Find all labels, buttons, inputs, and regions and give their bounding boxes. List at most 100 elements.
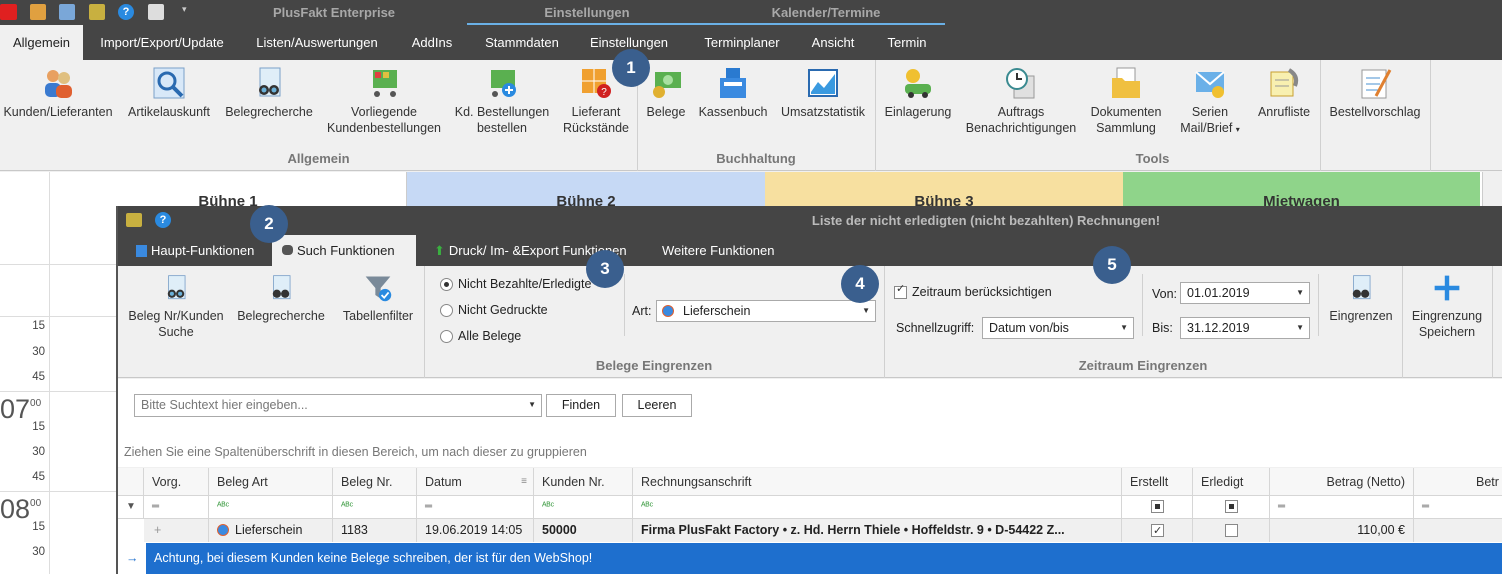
chevron-down-icon: ▼ — [1296, 323, 1304, 332]
filter-cell-betrag[interactable]: ═ — [1414, 496, 1502, 519]
resource-buehne-2[interactable]: Bühne 2 — [407, 172, 765, 206]
filter-icon — [365, 276, 392, 302]
app-logo-icon[interactable] — [0, 4, 17, 20]
contacts-icon[interactable] — [30, 4, 46, 20]
tab-import-export[interactable]: Import/Export/Update — [88, 25, 236, 60]
chevron-down-icon: ▼ — [528, 400, 536, 409]
filter-cell-betrag-netto[interactable]: ═ — [1270, 496, 1414, 519]
filter-cell-beleg-nr[interactable]: ᴬᴮᶜ — [333, 496, 417, 519]
filter-cell-datum[interactable]: ═ — [417, 496, 534, 519]
kassenbuch-button[interactable]: Kassenbuch — [696, 60, 770, 120]
kd-bestellungen-button[interactable]: Kd. Bestellungen bestellen — [452, 60, 552, 136]
column-header-rechnungsanschrift[interactable]: Rechnungsanschrift — [633, 468, 1122, 496]
car-sun-icon — [905, 69, 931, 98]
help-icon[interactable]: ? — [118, 4, 134, 20]
statistics-icon — [808, 69, 838, 97]
customer-warning-row[interactable]: Achtung, bei diesem Kunden keine Belege … — [146, 543, 1502, 574]
search-bar: Bitte Suchtext hier eingeben... ▼ Finden… — [118, 379, 1502, 431]
von-date-picker[interactable]: 01.01.2019 ▼ — [1180, 282, 1310, 304]
eingrenzung-speichern-button[interactable]: Eingrenzung Speichern — [1406, 266, 1488, 340]
column-header-beleg-art[interactable]: Beleg Art — [209, 468, 333, 496]
search-input[interactable]: Bitte Suchtext hier eingeben... ▼ — [134, 394, 542, 417]
calculator-icon[interactable] — [148, 4, 164, 20]
radio-alle-belege[interactable]: Alle Belege — [440, 329, 521, 343]
time-label: 15 — [32, 320, 45, 332]
finden-button[interactable]: Finden — [546, 394, 616, 417]
column-header-datum[interactable]: Datum ≡ — [417, 468, 534, 496]
button-label: Belege — [646, 105, 686, 119]
kundenbestellungen-button[interactable]: Vorliegende Kundenbestellungen — [322, 60, 446, 136]
art-select[interactable]: Lieferschein ▼ — [656, 300, 876, 322]
tab-listen[interactable]: Listen/Auswertungen — [246, 25, 388, 60]
schnellzugriff-select[interactable]: Datum von/bis ▼ — [982, 317, 1134, 339]
tab-addins[interactable]: AddIns — [400, 25, 464, 60]
column-header-erledigt[interactable]: Erledigt — [1193, 468, 1270, 496]
cart-add-icon — [491, 70, 516, 97]
tabellenfilter-button[interactable]: Tabellenfilter — [336, 266, 420, 324]
belegrecherche-button[interactable]: Belegrecherche — [234, 266, 328, 324]
column-header-betrag-netto[interactable]: Betrag (Netto) — [1270, 468, 1414, 496]
belegrecherche-button[interactable]: Belegrecherche — [222, 60, 316, 120]
artikelauskunft-button[interactable]: Artikelauskunft — [122, 60, 216, 120]
anrufliste-button[interactable]: Anrufliste — [1254, 60, 1314, 120]
dialog-ribbon: Beleg Nr/Kunden Suche Belegrecherche Tab… — [118, 266, 1502, 378]
table-cell-erledigt[interactable] — [1193, 519, 1270, 542]
tab-allgemein[interactable]: Allgemein — [0, 25, 83, 60]
resource-buehne-1[interactable]: Bühne 1 — [50, 172, 407, 206]
serien-mail-brief-button[interactable]: Serien Mail/Brief ▾ — [1172, 60, 1248, 138]
radio-nicht-bezahlte[interactable]: Nicht Bezahlte/Erledigte — [440, 277, 591, 291]
tab-termin[interactable]: Termin — [876, 25, 938, 60]
tab-terminplaner[interactable]: Terminplaner — [690, 25, 794, 60]
filter-cell-erstellt[interactable] — [1122, 496, 1193, 519]
filter-cell-erledigt[interactable] — [1193, 496, 1270, 519]
row-indicator-header — [118, 468, 144, 496]
button-label: Eingrenzung Speichern — [1411, 309, 1483, 339]
dropdown-icon[interactable]: ▾ — [182, 4, 192, 20]
einlagerung-button[interactable]: Einlagerung — [880, 60, 956, 120]
filter-cell-rechnungsanschrift[interactable]: ᴬᴮᶜ — [633, 496, 1122, 519]
column-header-vorg[interactable]: Vorg. — [144, 468, 209, 496]
sort-icon: ≡ — [521, 476, 527, 487]
kunden-lieferanten-button[interactable]: Kunden/Lieferanten — [0, 60, 116, 120]
group-separator — [1402, 266, 1403, 378]
tab-haupt-funktionen[interactable]: Haupt-Funktionen — [126, 235, 264, 266]
filter-cell-beleg-art[interactable]: ᴬᴮᶜ — [209, 496, 333, 519]
time-label: 30 — [32, 346, 45, 358]
bestellvorschlag-button[interactable]: Bestellvorschlag — [1324, 60, 1426, 120]
expand-row-icon[interactable]: + — [144, 519, 209, 542]
leeren-button[interactable]: Leeren — [622, 394, 692, 417]
search-doc-icon[interactable] — [59, 4, 75, 20]
auftrags-benachrichtigungen-button[interactable]: Auftrags Benachrichtigungen — [962, 60, 1080, 136]
filter-icon[interactable]: ▼ — [118, 496, 144, 519]
plugin-icon[interactable] — [126, 213, 142, 227]
column-header-betrag[interactable]: Betr — [1414, 468, 1502, 496]
tab-such-funktionen[interactable]: Such Funktionen — [272, 235, 416, 266]
bis-date-picker[interactable]: 31.12.2019 ▼ — [1180, 317, 1310, 339]
tab-ansicht[interactable]: Ansicht — [802, 25, 864, 60]
table-cell-erstellt[interactable] — [1122, 519, 1193, 542]
column-header-kunden-nr[interactable]: Kunden Nr. — [534, 468, 633, 496]
context-tab-kalender[interactable]: Kalender/Termine — [707, 0, 945, 25]
binoculars-icon — [282, 245, 293, 255]
resource-buehne-3[interactable]: Bühne 3 — [765, 172, 1123, 206]
eingrenzen-button[interactable]: Eingrenzen — [1324, 266, 1398, 324]
context-tab-einstellungen[interactable]: Einstellungen — [467, 0, 707, 25]
tab-stammdaten[interactable]: Stammdaten — [474, 25, 570, 60]
tab-weitere-funktionen[interactable]: Weitere Funktionen — [652, 235, 785, 266]
umsatzstatistik-button[interactable]: Umsatzstatistik — [776, 60, 870, 120]
filter-cell-vorg[interactable]: ═ — [144, 496, 209, 519]
help-icon[interactable]: ? — [155, 212, 171, 228]
zeitraum-checkbox[interactable]: Zeitraum berücksichtigen — [894, 282, 1052, 299]
dialog-title-bar: ? Liste der nicht erledigten (nicht beza… — [118, 206, 1502, 235]
filter-cell-kunden-nr[interactable]: ᴬᴮᶜ — [534, 496, 633, 519]
column-header-beleg-nr[interactable]: Beleg Nr. — [333, 468, 417, 496]
plugin-icon[interactable] — [89, 4, 105, 20]
group-by-area[interactable]: Ziehen Sie eine Spaltenüberschrift in di… — [118, 431, 1502, 467]
dokumenten-sammlung-button[interactable]: Dokumenten Sammlung — [1086, 60, 1166, 136]
beleg-nr-kunden-suche-button[interactable]: Beleg Nr/Kunden Suche — [124, 266, 228, 340]
checkbox-icon — [1225, 524, 1238, 538]
resource-mietwagen[interactable]: Mietwagen — [1123, 172, 1480, 206]
context-tab-plusfakt[interactable]: PlusFakt Enterprise — [226, 0, 442, 25]
radio-nicht-gedruckte[interactable]: Nicht Gedruckte — [440, 303, 548, 317]
column-header-erstellt[interactable]: Erstellt — [1122, 468, 1193, 496]
